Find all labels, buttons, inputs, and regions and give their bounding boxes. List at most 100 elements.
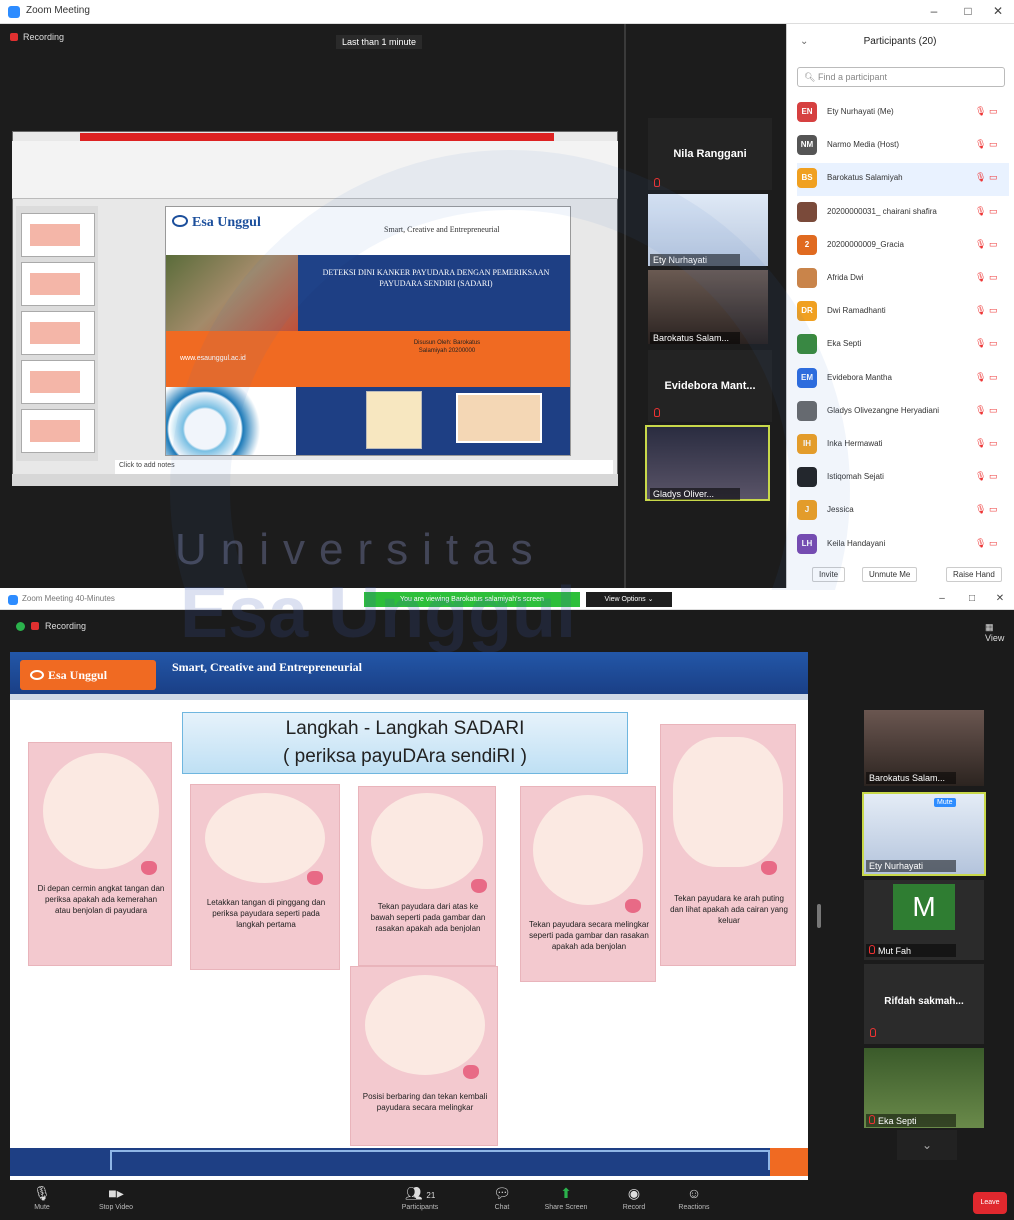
participant-name: Dwi Ramadhanti <box>827 306 886 316</box>
people-icon: 👥︎ 21 <box>404 1185 436 1201</box>
share-screen-button[interactable]: ⬆︎ Share Screen <box>536 1184 596 1211</box>
video-off-icon[interactable]: ▭ <box>989 504 998 515</box>
participant-name: Gladys Olivezangne Heryadiani <box>827 405 940 415</box>
muted-mic-icon[interactable]: 🎙︎ <box>975 405 986 416</box>
video-off-icon[interactable]: ▭ <box>989 106 998 117</box>
mute-badge[interactable]: Mute <box>934 798 956 807</box>
video-off-icon[interactable]: ▭ <box>989 172 998 183</box>
ppt-thumbnail[interactable] <box>21 213 95 257</box>
participant-row[interactable]: EN Ety Nurhayati (Me) 🎙︎ ▭ <box>797 97 1009 130</box>
video-tile-name: Ety Nurhayati <box>650 254 740 266</box>
participant-row[interactable]: Gladys Olivezangne Heryadiani 🎙︎ ▭ <box>797 396 1009 429</box>
minimize-icon[interactable]: – <box>922 4 946 18</box>
ppt-thumbnail[interactable] <box>21 409 95 453</box>
ppt-thumbnail[interactable] <box>21 311 95 355</box>
video-off-icon[interactable]: ▭ <box>989 272 998 283</box>
participant-row[interactable]: EM Evidebora Mantha 🎙︎ ▭ <box>797 363 1009 396</box>
muted-mic-icon[interactable]: 🎙︎ <box>975 139 986 150</box>
participant-row[interactable]: DR Dwi Ramadhanti 🎙︎ ▭ <box>797 296 1009 329</box>
zoom-logo-icon <box>8 6 20 18</box>
step-card: Letakkan tangan di pinggang dan periksa … <box>190 784 340 970</box>
unmute-me-button[interactable]: Unmute Me <box>862 567 918 582</box>
watermark-text: Universitas <box>175 525 547 574</box>
video-off-icon[interactable]: ▭ <box>989 372 998 383</box>
maximize-icon[interactable]: □ <box>956 4 980 18</box>
muted-mic-icon <box>654 408 660 417</box>
maximize-icon[interactable]: □ <box>960 593 984 604</box>
video-tile-name: Barokatus Salam... <box>650 332 740 344</box>
muted-mic-icon[interactable]: 🎙︎ <box>975 305 986 316</box>
avatar: LH <box>797 533 817 554</box>
video-off-icon[interactable]: ▭ <box>989 538 998 549</box>
top-window-title: Zoom Meeting <box>26 5 90 16</box>
muted-mic-icon[interactable]: 🎙︎ <box>975 504 986 515</box>
participant-row[interactable]: NM Narmo Media (Host) 🎙︎ ▭ <box>797 130 1009 163</box>
muted-mic-icon[interactable]: 🎙︎ <box>975 206 986 217</box>
muted-mic-icon[interactable]: 🎙︎ <box>975 172 986 183</box>
video-off-icon[interactable]: ▭ <box>989 139 998 150</box>
slide-logo: Esa Unggul <box>172 215 261 231</box>
muted-mic-icon[interactable]: 🎙︎ <box>975 106 986 117</box>
participant-name: Barokatus Salamiyah <box>827 173 903 183</box>
recording-indicator[interactable]: Recording <box>16 621 86 631</box>
view-options-button[interactable]: View Options ⌄ <box>586 592 672 607</box>
ppt-thumbnail[interactable] <box>21 360 95 404</box>
video-off-icon[interactable]: ▭ <box>989 239 998 250</box>
record-button[interactable]: ◉ Record <box>604 1184 664 1211</box>
split-divider[interactable] <box>624 24 626 588</box>
ppt-notes[interactable]: Click to add notes <box>115 460 613 474</box>
participant-row[interactable]: LH Keila Handayani 🎙︎ ▭ <box>797 529 1009 562</box>
resize-handle[interactable] <box>817 904 821 928</box>
participant-row[interactable]: BS Barokatus Salamiyah 🎙︎ ▭ <box>797 163 1009 197</box>
participant-row[interactable]: 20200000031_ chairani shafira 🎙︎ ▭ <box>797 197 1009 230</box>
view-button[interactable]: ▦ View <box>985 622 1014 643</box>
leave-button[interactable]: Leave <box>973 1192 1007 1214</box>
scroll-down-chevron-icon[interactable]: ⌄ <box>897 1130 957 1160</box>
participant-row[interactable]: Afrida Dwi 🎙︎ ▭ <box>797 263 1009 296</box>
video-off-icon[interactable]: ▭ <box>989 471 998 482</box>
breast-illustration <box>456 393 542 443</box>
participant-row[interactable]: 2 20200000009_Gracia 🎙︎ ▭ <box>797 230 1009 263</box>
raise-hand-button[interactable]: Raise Hand <box>946 567 1002 582</box>
muted-mic-icon[interactable]: 🎙︎ <box>975 372 986 383</box>
participants-button[interactable]: 👥︎ 21 Participants <box>390 1184 450 1211</box>
shield-icon <box>16 621 25 631</box>
participant-search-input[interactable]: 🔍︎ Find a participant <box>797 67 1005 87</box>
step-text: Tekan payudara dari atas ke bawah sepert… <box>370 902 486 933</box>
participant-row[interactable]: J Jessica 🎙︎ ▭ <box>797 495 1009 528</box>
participant-row[interactable]: Istiqomah Sejati 🎙︎ ▭ <box>797 462 1009 495</box>
ppt-thumbnail[interactable] <box>21 262 95 306</box>
video-tile-name: Evidebora Mant... <box>664 380 756 392</box>
video-off-icon[interactable]: ▭ <box>989 305 998 316</box>
muted-mic-icon[interactable]: 🎙︎ <box>975 272 986 283</box>
microphone-icon: 🎙︎ <box>33 1185 51 1201</box>
participant-name: Evidebora Mantha <box>827 372 892 382</box>
invite-button[interactable]: Invite <box>812 567 846 582</box>
video-off-icon[interactable]: ▭ <box>989 438 998 449</box>
step-card: Posisi berbaring dan tekan kembali payud… <box>350 966 498 1146</box>
video-off-icon[interactable]: ▭ <box>989 405 998 416</box>
avatar <box>797 268 817 288</box>
participant-row[interactable]: Eka Septi 🎙︎ ▭ <box>797 329 1009 362</box>
bottom-window-title: Zoom Meeting 40-Minutes <box>22 594 115 603</box>
reactions-button[interactable]: ☺ Reactions <box>664 1184 724 1211</box>
record-dot-icon <box>10 33 18 41</box>
muted-mic-icon[interactable]: 🎙︎ <box>975 438 986 449</box>
recording-indicator[interactable]: Recording <box>10 32 64 42</box>
video-off-icon[interactable]: ▭ <box>989 206 998 217</box>
muted-mic-icon[interactable]: 🎙︎ <box>975 538 986 549</box>
avatar <box>797 400 817 421</box>
chat-button[interactable]: 💬︎ Chat <box>472 1184 532 1211</box>
close-icon[interactable]: ✕ <box>988 593 1012 604</box>
ribbon-icon <box>471 879 487 893</box>
video-off-icon[interactable]: ▭ <box>989 338 998 349</box>
muted-mic-icon[interactable]: 🎙︎ <box>975 471 986 482</box>
participant-row[interactable]: IH Inka Hermawati 🎙︎ ▭ <box>797 429 1009 462</box>
stop-video-button[interactable]: ■▸ Stop Video <box>86 1184 146 1211</box>
muted-mic-icon[interactable]: 🎙︎ <box>975 338 986 349</box>
minimize-icon[interactable]: – <box>930 593 954 604</box>
muted-mic-icon[interactable]: 🎙︎ <box>975 239 986 250</box>
self-exam-illustration <box>366 391 422 449</box>
close-icon[interactable]: ✕ <box>986 4 1010 18</box>
mute-button[interactable]: 🎙︎ Mute <box>12 1184 72 1211</box>
